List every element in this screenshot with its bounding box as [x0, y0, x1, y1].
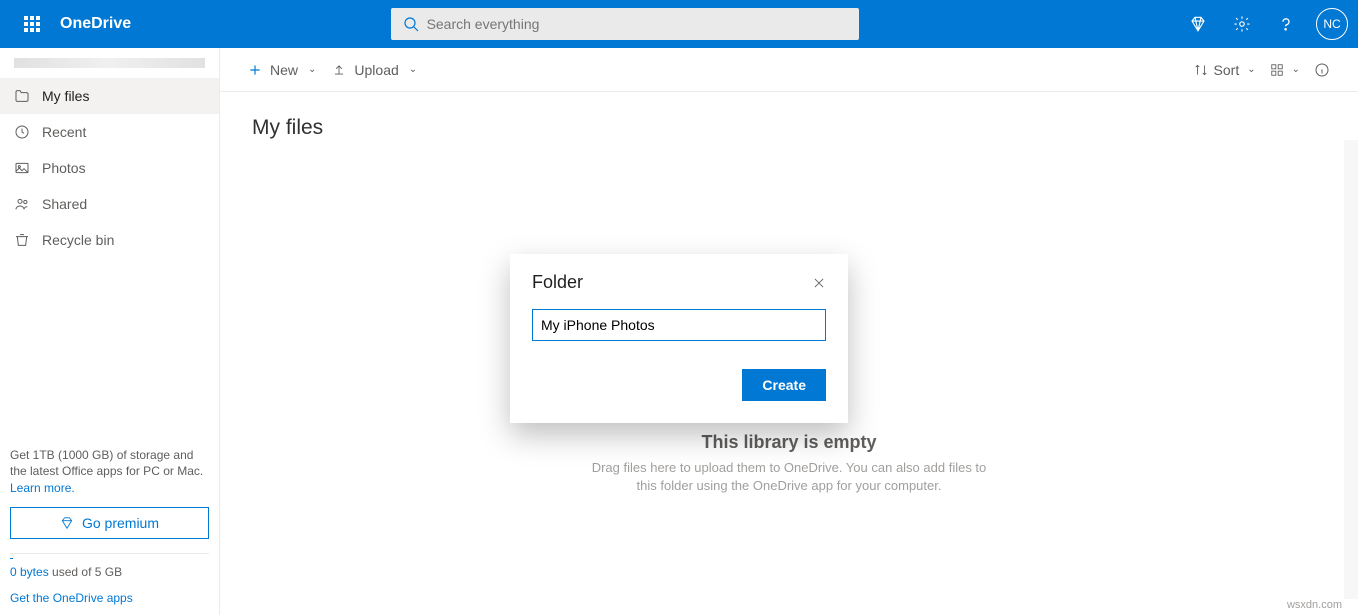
- watermark: wsxdn.com: [1287, 599, 1342, 611]
- user-block: [0, 48, 219, 78]
- sidebar-item-label: Shared: [42, 196, 87, 212]
- close-icon[interactable]: [812, 276, 826, 290]
- search-input[interactable]: [427, 16, 847, 32]
- create-folder-dialog: Folder Create: [510, 254, 848, 423]
- app-launcher-button[interactable]: [8, 0, 56, 48]
- trash-icon: [14, 232, 30, 248]
- new-label: New: [270, 62, 298, 78]
- sidebar-item-photos[interactable]: Photos: [0, 150, 219, 186]
- upload-icon: [332, 63, 346, 77]
- empty-title: This library is empty: [220, 432, 1358, 453]
- clock-icon: [14, 124, 30, 140]
- upload-label: Upload: [354, 62, 398, 78]
- people-icon: [14, 196, 30, 212]
- chevron-down-icon: ⌄: [1247, 64, 1255, 75]
- get-apps-link[interactable]: Get the OneDrive apps: [10, 591, 209, 605]
- page-title: My files: [252, 116, 1326, 140]
- command-bar: New ⌄ Upload ⌄ Sort ⌄ ⌄: [220, 48, 1358, 92]
- sidebar: My files Recent Photos Shared Recycle bi…: [0, 48, 220, 615]
- upload-button[interactable]: Upload ⌄: [332, 62, 417, 78]
- create-button[interactable]: Create: [742, 369, 826, 401]
- storage-indicator: 0 bytes used of 5 GB: [10, 553, 209, 579]
- promo-text: Get 1TB (1000 GB) of storage and the lat…: [10, 447, 209, 497]
- folder-icon: [14, 88, 30, 104]
- details-pane-button[interactable]: [1314, 62, 1330, 78]
- premium-label: Go premium: [82, 515, 159, 531]
- scrollbar[interactable]: [1344, 140, 1358, 599]
- sidebar-item-my-files[interactable]: My files: [0, 78, 219, 114]
- gear-icon[interactable]: [1222, 0, 1262, 48]
- sort-button[interactable]: Sort ⌄: [1194, 62, 1256, 78]
- chevron-down-icon: ⌄: [1292, 64, 1300, 75]
- dialog-title: Folder: [532, 272, 583, 293]
- empty-subtitle: Drag files here to upload them to OneDri…: [589, 459, 989, 495]
- help-icon[interactable]: [1266, 0, 1306, 48]
- sort-label: Sort: [1214, 62, 1240, 78]
- chevron-down-icon: ⌄: [308, 64, 316, 75]
- sidebar-item-recycle-bin[interactable]: Recycle bin: [0, 222, 219, 258]
- sort-icon: [1194, 63, 1208, 77]
- learn-more-link[interactable]: Learn more.: [10, 481, 75, 495]
- go-premium-button[interactable]: Go premium: [10, 507, 209, 539]
- suite-header: OneDrive NC: [0, 0, 1358, 48]
- sidebar-item-label: Photos: [42, 160, 86, 176]
- info-icon: [1314, 62, 1330, 78]
- search-box[interactable]: [391, 8, 859, 40]
- sidebar-nav: My files Recent Photos Shared Recycle bi…: [0, 78, 219, 437]
- chevron-down-icon: ⌄: [409, 64, 417, 75]
- sidebar-item-label: Recycle bin: [42, 232, 114, 248]
- storage-used-link[interactable]: 0 bytes: [10, 565, 49, 579]
- diamond-icon: [60, 516, 74, 530]
- sidebar-item-label: Recent: [42, 124, 86, 140]
- sidebar-bottom: Get 1TB (1000 GB) of storage and the lat…: [0, 437, 219, 615]
- sidebar-item-shared[interactable]: Shared: [0, 186, 219, 222]
- brand-link[interactable]: OneDrive: [60, 15, 131, 33]
- avatar[interactable]: NC: [1316, 8, 1348, 40]
- sidebar-item-recent[interactable]: Recent: [0, 114, 219, 150]
- plus-icon: [248, 63, 262, 77]
- sidebar-item-label: My files: [42, 88, 89, 104]
- premium-diamond-icon[interactable]: [1178, 0, 1218, 48]
- new-button[interactable]: New ⌄: [248, 62, 316, 78]
- empty-state: This library is empty Drag files here to…: [220, 432, 1358, 495]
- storage-total: used of 5 GB: [49, 565, 122, 579]
- folder-name-input[interactable]: [532, 309, 826, 341]
- search-icon: [403, 16, 419, 32]
- tiles-icon: [1270, 63, 1284, 77]
- image-icon: [14, 160, 30, 176]
- view-toggle-button[interactable]: ⌄: [1270, 63, 1300, 77]
